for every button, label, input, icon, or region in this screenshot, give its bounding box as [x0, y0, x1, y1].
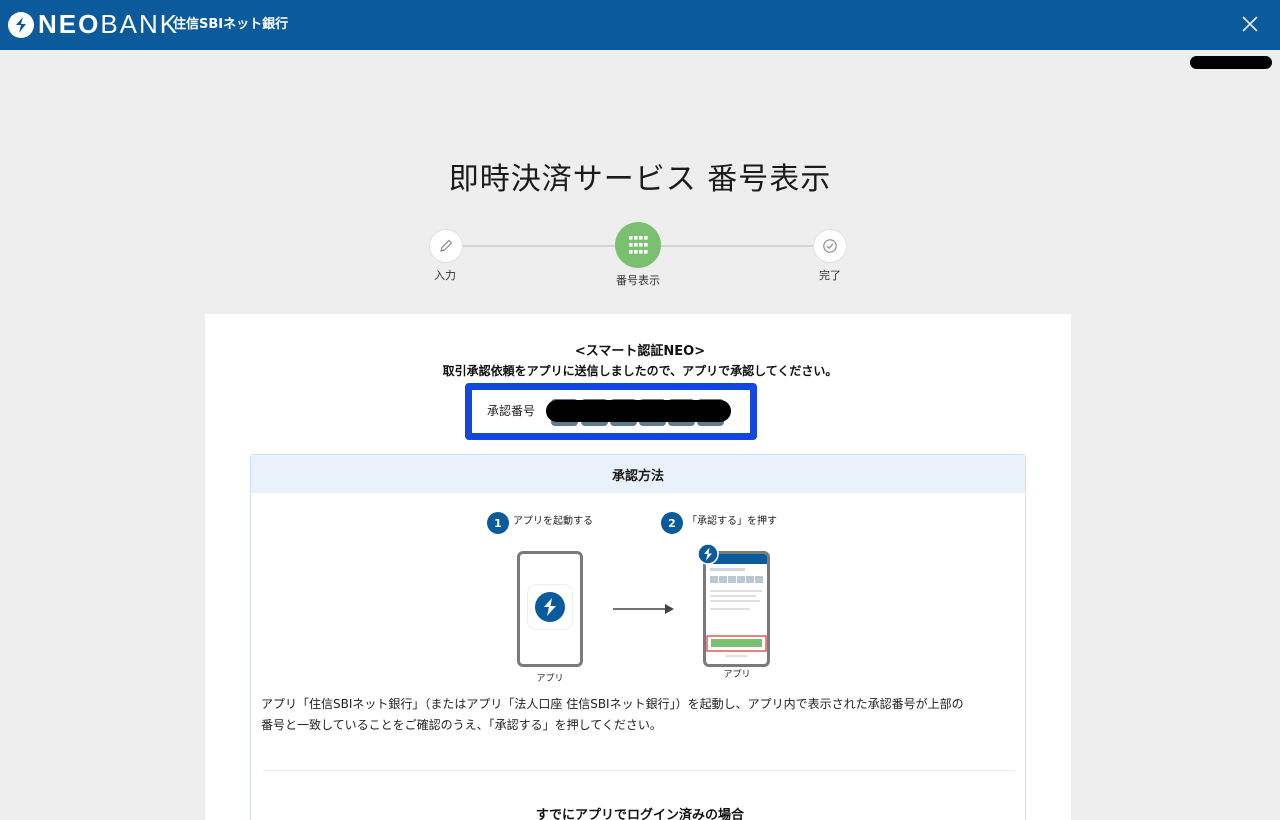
step-label-input: 入力 — [434, 269, 456, 282]
brand-bank: BANK — [100, 9, 180, 39]
close-icon[interactable] — [1238, 12, 1262, 36]
step2-text: 「承認する」を押す — [687, 516, 777, 527]
neobank-logo-icon — [8, 12, 34, 38]
phone-illustration-approve — [703, 551, 770, 667]
description-line-1: アプリ「住信SBIネット銀行」（またはアプリ「法人口座 住信SBIネット銀行」）… — [261, 697, 964, 711]
stepper-line-2 — [660, 245, 814, 247]
logged-in-heading: すでにアプリでログイン済みの場合 — [535, 808, 745, 820]
approval-method-panel — [250, 454, 1026, 820]
app-logo-icon — [535, 592, 565, 622]
brand-subtitle: 住信SBIネット銀行 — [173, 17, 289, 32]
app-tile — [528, 585, 572, 629]
page-title: 即時決済サービス 番号表示 — [448, 162, 832, 197]
pencil-icon — [440, 239, 453, 252]
approval-number-label: 承認番号 — [487, 404, 536, 418]
keypad-icon — [629, 236, 648, 254]
step-label-done: 完了 — [819, 269, 841, 282]
smart-auth-title: <スマート認証NEO> — [574, 344, 706, 359]
header-bar: NEO BANK 住信SBIネット銀行 — [0, 0, 1280, 50]
stepper-line-1 — [461, 245, 616, 247]
step-label-number: 番号表示 — [616, 274, 660, 287]
brand-neo: NEO — [38, 9, 101, 39]
step1-text: アプリを起動する — [513, 516, 593, 527]
step-done-circle — [814, 230, 846, 262]
step-number-circle — [615, 222, 661, 268]
step2-badge: 2 — [661, 512, 683, 534]
step-input-circle — [430, 230, 462, 262]
description-line-2: 番号と一致していることをご確認のうえ、「承認する」を押してください。 — [261, 718, 662, 732]
redacted-account-info — [1190, 56, 1272, 69]
app-badge-icon — [697, 543, 719, 565]
approval-number-redaction — [546, 400, 731, 422]
section-divider — [263, 770, 1015, 771]
approval-method-description: アプリ「住信SBIネット銀行」（またはアプリ「法人口座 住信SBIネット銀行」）… — [261, 694, 1021, 736]
step1-badge: 1 — [487, 512, 509, 534]
smart-auth-description: 取引承認依頼をアプリに送信しましたので、アプリで承認してください。 — [442, 364, 838, 378]
brand-wordmark: NEO BANK — [38, 9, 179, 39]
approve-screen-illustration — [706, 554, 767, 657]
arrow-right-icon — [613, 604, 674, 614]
approval-method-heading: 承認方法 — [251, 455, 1025, 493]
phone2-label: アプリ — [723, 670, 751, 680]
check-circle-icon — [823, 239, 837, 253]
phone1-label: アプリ — [536, 674, 564, 684]
